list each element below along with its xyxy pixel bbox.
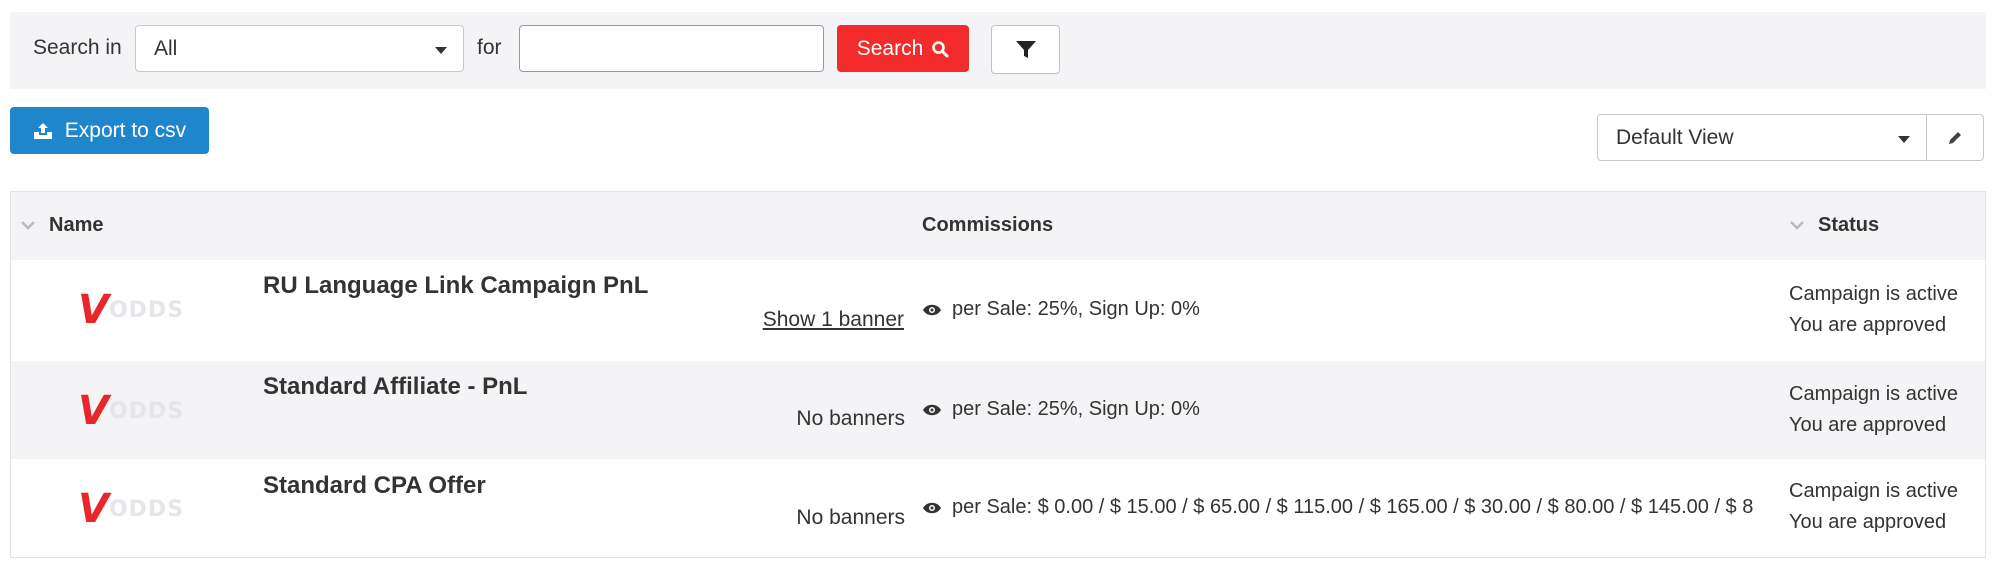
logo-mark: V bbox=[78, 486, 109, 532]
chevron-down-icon[interactable] bbox=[21, 221, 35, 230]
eye-icon[interactable] bbox=[922, 403, 942, 417]
view-select-value: Default View bbox=[1616, 125, 1734, 149]
search-input[interactable] bbox=[519, 25, 824, 72]
approval-status: You are approved bbox=[1789, 314, 1947, 336]
logo-text: ODDS bbox=[108, 496, 185, 522]
edit-view-button[interactable] bbox=[1926, 114, 1984, 161]
show-banner-link[interactable]: Show 1 banner bbox=[763, 308, 904, 332]
campaign-status: Campaign is active bbox=[1789, 480, 1958, 502]
approval-status: You are approved bbox=[1789, 511, 1947, 533]
logo-text: ODDS bbox=[108, 398, 185, 424]
campaign-logo: V ODDS bbox=[78, 285, 188, 335]
search-in-label: Search in bbox=[33, 36, 122, 59]
campaign-name[interactable]: RU Language Link Campaign PnL bbox=[263, 272, 648, 300]
banner-count: No banners bbox=[796, 407, 905, 430]
view-select[interactable]: Default View bbox=[1597, 114, 1927, 161]
magnifier-icon bbox=[932, 40, 949, 57]
search-scope-select[interactable]: All bbox=[135, 25, 464, 72]
header-status[interactable]: Status bbox=[1818, 214, 1879, 237]
chevron-down-icon bbox=[1898, 135, 1910, 143]
campaign-logo: V ODDS bbox=[78, 484, 188, 534]
search-button[interactable]: Search bbox=[837, 25, 969, 72]
campaign-status: Campaign is active bbox=[1789, 383, 1958, 405]
banner-count: No banners bbox=[796, 506, 905, 529]
chevron-down-icon[interactable] bbox=[1790, 221, 1804, 230]
campaign-name[interactable]: Standard Affiliate - PnL bbox=[263, 373, 527, 401]
approval-status: You are approved bbox=[1789, 414, 1947, 436]
pencil-icon bbox=[1949, 131, 1961, 144]
campaign-logo: V ODDS bbox=[78, 386, 188, 436]
logo-mark: V bbox=[78, 287, 109, 333]
logo-text: ODDS bbox=[108, 297, 185, 323]
export-csv-label: Export to csv bbox=[64, 118, 187, 142]
status-cell: Campaign is active You are approved bbox=[1789, 379, 1958, 441]
search-button-label: Search bbox=[856, 36, 924, 60]
for-label: for bbox=[477, 36, 502, 59]
commission-info: per Sale: $ 0.00 / $ 15.00 / $ 65.00 / $… bbox=[922, 496, 1784, 519]
chevron-down-icon bbox=[435, 46, 447, 54]
status-cell: Campaign is active You are approved bbox=[1789, 279, 1958, 341]
status-cell: Campaign is active You are approved bbox=[1789, 476, 1958, 538]
funnel-icon bbox=[1015, 40, 1036, 58]
campaign-name[interactable]: Standard CPA Offer bbox=[263, 472, 486, 500]
export-csv-button[interactable]: Export to csv bbox=[10, 107, 209, 154]
filter-button[interactable] bbox=[991, 25, 1060, 74]
commission-text: per Sale: 25%, Sign Up: 0% bbox=[952, 298, 1200, 320]
upload-icon bbox=[33, 122, 52, 139]
search-scope-value: All bbox=[154, 36, 178, 60]
logo-mark: V bbox=[78, 388, 109, 434]
header-commissions: Commissions bbox=[922, 214, 1054, 236]
header-name[interactable]: Name bbox=[49, 214, 103, 237]
campaign-status: Campaign is active bbox=[1789, 283, 1958, 305]
eye-icon[interactable] bbox=[922, 303, 942, 317]
commission-info: per Sale: 25%, Sign Up: 0% bbox=[922, 298, 1782, 321]
commission-info: per Sale: 25%, Sign Up: 0% bbox=[922, 398, 1782, 421]
commission-text: per Sale: 25%, Sign Up: 0% bbox=[952, 398, 1200, 420]
commission-text: per Sale: $ 0.00 / $ 15.00 / $ 65.00 / $… bbox=[952, 496, 1754, 518]
eye-icon[interactable] bbox=[922, 501, 942, 515]
